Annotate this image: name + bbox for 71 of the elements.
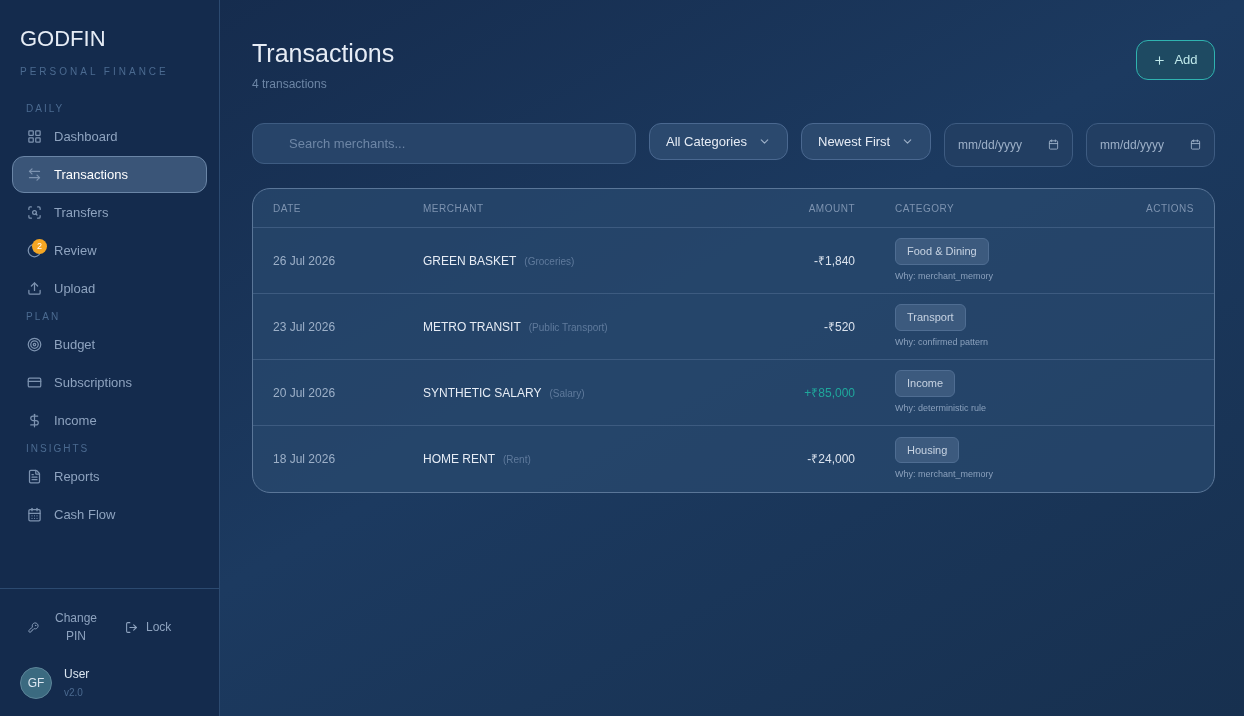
nav-item[interactable]: Transactions <box>12 156 207 193</box>
dollar-icon <box>27 413 42 428</box>
grid-icon <box>27 129 42 144</box>
avatar: GF <box>20 666 52 699</box>
amount-cell-text: -₹520 <box>822 318 855 336</box>
category-dropdown[interactable]: All Categories <box>649 123 788 161</box>
app-version: v2.0 <box>64 686 84 700</box>
category-reason: Why: merchant_memory <box>895 468 994 482</box>
category-reason: Why: deterministic rule <box>895 401 987 415</box>
section-heading: DAILY <box>25 102 66 116</box>
brand-name: GODFIN <box>20 28 107 50</box>
date-field[interactable]: mm/dd/yyyy <box>1086 123 1215 168</box>
merchant-name: HOME RENT <box>423 451 495 469</box>
target-icon <box>27 337 42 352</box>
merchant-subcategory: (Rent) <box>503 453 531 468</box>
column-header: MERCHANT <box>423 201 485 216</box>
category-tag[interactable]: Transport <box>895 304 966 331</box>
merchant-subcategory: (Public Transport) <box>528 320 608 335</box>
merchant-name: SYNTHETIC SALARY <box>423 384 542 402</box>
nav-item[interactable]: Reports <box>12 458 207 495</box>
column-header: ACTIONS <box>1145 201 1194 216</box>
column-header: AMOUNT <box>807 201 855 216</box>
date-cell-text: 23 Jul 2026 <box>273 318 337 336</box>
amount-cell-text: +₹85,000 <box>803 384 855 402</box>
nav-item[interactable]: Upload <box>12 270 207 307</box>
key-icon <box>28 621 39 633</box>
calendar-icon <box>1190 139 1201 151</box>
nav-item[interactable]: Budget <box>12 326 207 363</box>
date-cell-text: 20 Jul 2026 <box>273 384 337 402</box>
amount-cell-text: -₹24,000 <box>806 451 855 469</box>
calendar-icon <box>1048 139 1059 151</box>
amount-cell-text: -₹1,840 <box>812 252 855 270</box>
merchant-name: METRO TRANSIT <box>423 318 521 336</box>
change-pin-button[interactable]: Change PIN <box>28 609 101 645</box>
page-title: Transactions <box>252 38 395 69</box>
nav-item[interactable]: Income <box>12 402 207 439</box>
nav-item[interactable]: Transfers <box>12 194 207 231</box>
lock-button[interactable]: Lock <box>125 618 172 636</box>
upload-icon <box>27 281 42 296</box>
search-field[interactable]: Search merchants... <box>252 123 636 165</box>
date-cell-text: 26 Jul 2026 <box>273 252 337 270</box>
nav-item[interactable]: Subscriptions <box>12 364 207 401</box>
section-heading: PLAN <box>25 310 62 324</box>
transaction-count: 4 transactions <box>252 76 328 94</box>
date-field[interactable]: mm/dd/yyyy <box>944 123 1073 168</box>
merchant-name: GREEN BASKET <box>423 252 517 270</box>
sort-dropdown[interactable]: Newest First <box>801 123 931 161</box>
category-tag[interactable]: Income <box>895 370 956 397</box>
brand-tagline: PERSONAL FINANCE <box>20 65 170 79</box>
scan-icon <box>27 205 42 220</box>
calendar-icon <box>27 507 42 522</box>
add-button[interactable]: Add <box>1136 40 1215 80</box>
nav-item[interactable]: 2 Review <box>12 232 207 269</box>
document-icon <box>27 469 42 484</box>
card-icon <box>27 375 42 390</box>
count-badge: 2 <box>32 239 47 254</box>
plus-icon <box>1153 53 1167 67</box>
date-cell-text: 18 Jul 2026 <box>273 451 337 469</box>
nav-item[interactable]: Dashboard <box>12 118 207 155</box>
column-header: DATE <box>273 201 302 216</box>
category-reason: Why: merchant_memory <box>895 269 994 283</box>
category-tag[interactable]: Housing <box>895 436 960 464</box>
logout-icon <box>125 620 138 634</box>
swap-arrows-icon <box>27 167 42 182</box>
column-header: CATEGORY <box>894 201 956 216</box>
user-name: User <box>64 666 90 683</box>
nav-item[interactable]: Cash Flow <box>12 496 207 533</box>
section-heading: INSIGHTS <box>25 442 91 456</box>
category-reason: Why: confirmed pattern <box>895 335 989 349</box>
merchant-subcategory: (Groceries) <box>524 254 575 269</box>
category-tag[interactable]: Food & Dining <box>895 238 989 265</box>
